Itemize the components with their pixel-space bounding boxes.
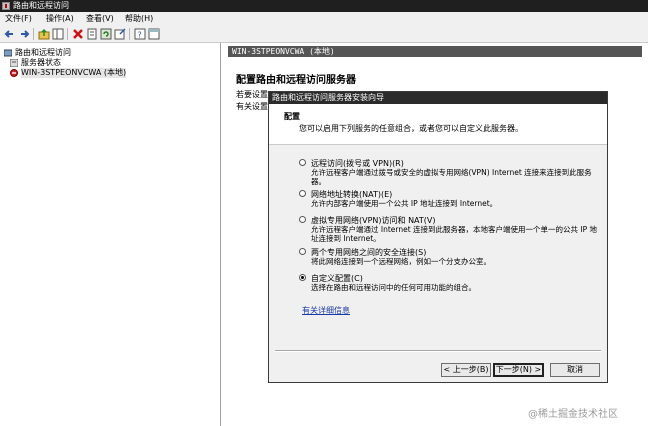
radio-secure-connection[interactable] bbox=[299, 248, 306, 255]
server-stopped-icon bbox=[10, 69, 18, 77]
more-info-link[interactable]: 有关详细信息 bbox=[302, 305, 350, 316]
toolbar-separator bbox=[129, 28, 130, 40]
option-desc: 允许内部客户端使用一个公共 IP 地址连接到 Internet。 bbox=[311, 199, 498, 208]
dialog-banner: 配置 您可以启用下列服务的任意组合，或者您可以自定义此服务器。 bbox=[269, 104, 607, 145]
option-desc: 允许远程客户端通过拨号或安全的虚拟专用网络(VPN) Internet 连接来连… bbox=[311, 168, 592, 186]
navigation-tree: 路由和远程访问 服务器状态 WIN-3STPEONVCWA (本地) bbox=[0, 43, 221, 426]
export-icon[interactable] bbox=[114, 28, 126, 40]
details-title: 配置路由和远程访问服务器 bbox=[236, 75, 356, 86]
dialog-title: 路由和远程访问服务器安装向导 bbox=[272, 93, 384, 102]
svg-text:?: ? bbox=[138, 31, 142, 40]
details-desc-2: 有关设置 bbox=[236, 102, 268, 111]
watermark: @稀土掘金技术社区 bbox=[528, 409, 618, 420]
tree-root-label: 路由和远程访问 bbox=[15, 48, 71, 57]
radio-nat[interactable] bbox=[299, 190, 306, 197]
menu-file[interactable]: 文件(F) bbox=[5, 12, 32, 26]
show-tree-icon[interactable] bbox=[52, 28, 64, 40]
details-header: WIN-3STPEONVCWA (本地) bbox=[228, 46, 642, 57]
menu-view[interactable]: 查看(V) bbox=[86, 12, 114, 26]
radio-remote-access[interactable] bbox=[299, 159, 306, 166]
delete-icon[interactable] bbox=[72, 28, 84, 40]
properties-icon[interactable] bbox=[86, 28, 98, 40]
dialog-subheading: 您可以启用下列服务的任意组合，或者您可以自定义此服务器。 bbox=[299, 124, 523, 133]
menu-bar: 文件(F) 操作(A) 查看(V) 帮助(H) bbox=[0, 12, 648, 26]
tree-server-label: WIN-3STPEONVCWA (本地) bbox=[21, 68, 127, 78]
forward-arrow-icon[interactable] bbox=[18, 28, 30, 40]
setup-wizard-dialog: 路由和远程访问服务器安装向导 配置 您可以启用下列服务的任意组合，或者您可以自定… bbox=[268, 91, 608, 383]
routing-icon bbox=[3, 49, 13, 57]
help-icon[interactable]: ? bbox=[134, 28, 146, 40]
back-button[interactable]: < 上一步(B) bbox=[441, 363, 491, 377]
up-folder-icon[interactable] bbox=[38, 28, 50, 40]
dialog-heading: 配置 bbox=[284, 112, 300, 121]
dialog-separator bbox=[275, 350, 601, 352]
toolbar: ? bbox=[0, 26, 648, 43]
option-desc: 将此网络连接到一个远程网络，例如一个分支办公室。 bbox=[311, 257, 491, 266]
option-desc: 选择在路由和远程访问中的任何可用功能的组合。 bbox=[311, 283, 476, 292]
pane-icon[interactable] bbox=[148, 28, 160, 40]
details-header-text: WIN-3STPEONVCWA (本地) bbox=[232, 47, 335, 56]
cancel-button[interactable]: 取消 bbox=[550, 363, 600, 377]
details-desc-1: 若要设置 bbox=[236, 90, 268, 99]
toolbar-separator bbox=[67, 28, 68, 40]
toolbar-separator bbox=[33, 28, 34, 40]
back-arrow-icon[interactable] bbox=[4, 28, 16, 40]
app-icon bbox=[2, 2, 10, 10]
server-status-icon bbox=[9, 58, 19, 68]
menu-help[interactable]: 帮助(H) bbox=[125, 12, 153, 26]
refresh-icon[interactable] bbox=[100, 28, 112, 40]
next-button[interactable]: 下一步(N) > bbox=[493, 363, 544, 377]
dialog-titlebar[interactable]: 路由和远程访问服务器安装向导 bbox=[269, 92, 607, 104]
radio-custom[interactable] bbox=[299, 274, 306, 281]
option-desc: 允许远程客户端通过 Internet 连接到此服务器，本地客户端使用一个单一的公… bbox=[311, 225, 598, 243]
window-titlebar: 路由和远程访问 bbox=[0, 0, 648, 12]
window-title: 路由和远程访问 bbox=[13, 1, 69, 10]
radio-vpn-nat[interactable] bbox=[299, 216, 306, 223]
tree-server-status-label: 服务器状态 bbox=[21, 58, 61, 67]
menu-action[interactable]: 操作(A) bbox=[46, 12, 74, 26]
